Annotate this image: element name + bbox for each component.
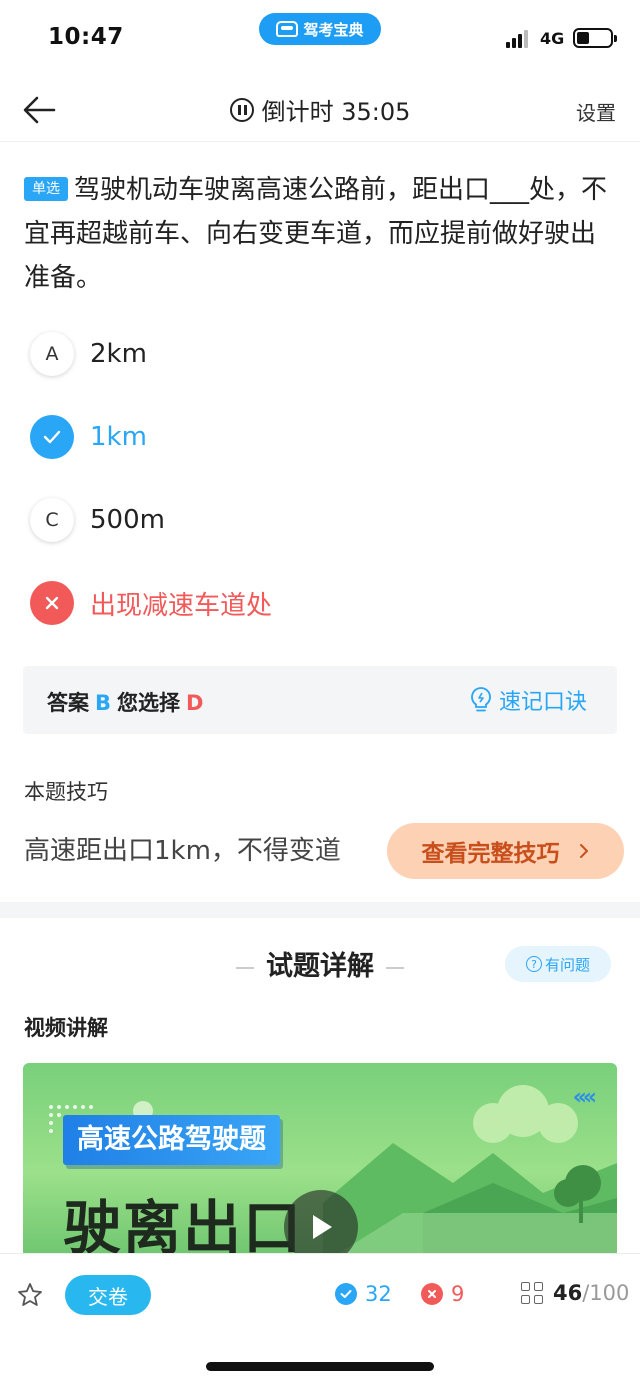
settings-button[interactable]: 设置 bbox=[576, 97, 616, 126]
option-marker: C bbox=[30, 498, 74, 542]
favorite-button[interactable] bbox=[16, 1281, 44, 1309]
check-icon bbox=[335, 1283, 357, 1305]
app-badge[interactable]: 驾考宝典 bbox=[259, 13, 381, 45]
tip-title: 本题技巧 bbox=[24, 780, 108, 804]
check-icon bbox=[30, 415, 74, 459]
network-type: 4G bbox=[540, 29, 565, 48]
signal-icon bbox=[506, 30, 532, 48]
video-tag: 高速公路驾驶题 bbox=[63, 1115, 280, 1165]
home-indicator bbox=[206, 1362, 434, 1371]
option-text: 500m bbox=[90, 505, 165, 535]
app-name: 驾考宝典 bbox=[303, 20, 364, 39]
report-problem-button[interactable]: ? 有问题 bbox=[505, 946, 611, 982]
question-type-tag: 单选 bbox=[24, 177, 68, 201]
star-icon bbox=[18, 1283, 42, 1306]
chevron-right-icon bbox=[579, 844, 588, 858]
cross-icon bbox=[30, 581, 74, 625]
wrong-stat: 9 bbox=[421, 1282, 464, 1306]
car-icon bbox=[276, 21, 299, 37]
question-progress[interactable]: 46/100 bbox=[521, 1281, 629, 1305]
question-text-block: 单选 驾驶机动车驶离高速公路前，距出口___处，不宜再超越前车、向右变更车道，而应… bbox=[24, 168, 620, 300]
mnemonic-button[interactable]: 速记口诀 bbox=[469, 684, 587, 716]
answer-label: 答案 bbox=[47, 691, 89, 715]
view-full-tip-button[interactable]: 查看完整技巧 bbox=[387, 823, 624, 879]
question-mark-icon: ? bbox=[525, 956, 542, 972]
countdown-timer[interactable]: 倒计时 35:05 bbox=[0, 92, 640, 127]
explain-title-text: 试题详解 bbox=[266, 951, 374, 982]
problem-label: 有问题 bbox=[544, 955, 590, 974]
option-c[interactable]: C 500m bbox=[30, 497, 610, 543]
pause-icon bbox=[229, 97, 254, 122]
answer-line: 答案 B 您选择 D bbox=[47, 687, 203, 717]
video-player[interactable]: ‹‹‹‹ 高速公路驾驶题 驶离出口 bbox=[23, 1063, 617, 1263]
battery-icon bbox=[573, 28, 617, 48]
option-text: 1km bbox=[90, 422, 147, 452]
tip-button-label: 查看完整技巧 bbox=[421, 841, 560, 867]
correct-count: 32 bbox=[365, 1282, 392, 1306]
play-icon bbox=[313, 1215, 332, 1239]
question-text: 驾驶机动车驶离高速公路前，距出口___处，不宜再超越前车、向右变更车道，而应提前… bbox=[24, 175, 608, 293]
chosen-answer: D bbox=[186, 691, 204, 715]
section-divider bbox=[0, 902, 640, 918]
current-question: 46 bbox=[553, 1281, 583, 1305]
chosen-label: 您选择 bbox=[117, 691, 181, 715]
option-marker: A bbox=[30, 332, 74, 376]
grid-icon bbox=[521, 1282, 543, 1304]
correct-stat: 32 bbox=[335, 1282, 392, 1306]
submit-exam-button[interactable]: 交卷 bbox=[65, 1275, 151, 1315]
progress-text: 46/100 bbox=[553, 1281, 629, 1305]
video-section-label: 视频讲解 bbox=[24, 1016, 108, 1040]
timer-label: 倒计时 35:05 bbox=[261, 98, 411, 126]
status-bar: 10:47 驾考宝典 4G bbox=[0, 0, 640, 76]
wrong-count: 9 bbox=[451, 1282, 465, 1306]
video-heading: 驶离出口 bbox=[63, 1194, 304, 1262]
mnemonic-label: 速记口诀 bbox=[498, 690, 587, 715]
answer-box: 答案 B 您选择 D 速记口诀 bbox=[23, 666, 617, 734]
cross-icon bbox=[421, 1283, 443, 1305]
option-a[interactable]: A 2km bbox=[30, 331, 610, 377]
option-b[interactable]: 1km bbox=[30, 414, 610, 460]
option-text: 出现减速车道处 bbox=[90, 590, 273, 621]
option-text: 2km bbox=[90, 339, 147, 369]
status-time: 10:47 bbox=[48, 24, 124, 50]
total-questions: /100 bbox=[582, 1281, 630, 1305]
lightbulb-icon bbox=[471, 687, 491, 712]
option-d[interactable]: 出现减速车道处 bbox=[30, 580, 610, 626]
decor-chevrons: ‹‹‹‹ bbox=[572, 1085, 597, 1110]
nav-bar: 倒计时 35:05 设置 bbox=[0, 76, 640, 142]
correct-answer: B bbox=[95, 691, 112, 715]
